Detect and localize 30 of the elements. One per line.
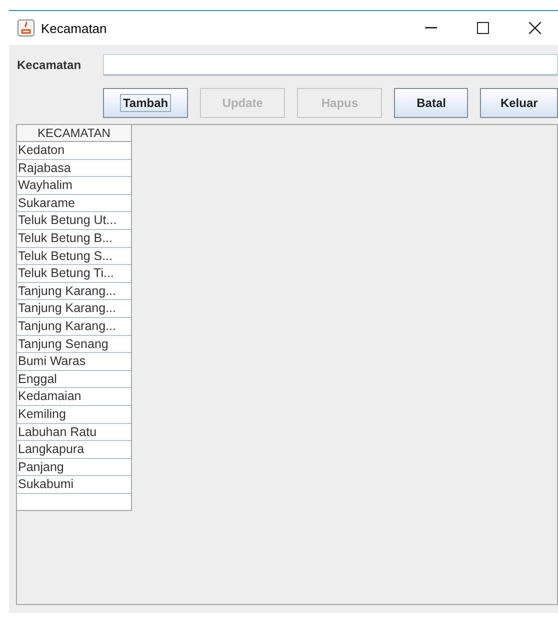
kecamatan-field[interactable]: [103, 54, 558, 76]
table-cell[interactable]: Teluk Betung Ut...: [17, 212, 131, 230]
maximize-icon: [477, 22, 489, 34]
table-cell[interactable]: Tanjung Senang: [17, 336, 131, 354]
table-cell[interactable]: Tanjung Karang...: [17, 318, 131, 336]
action-button[interactable]: Tambah: [103, 88, 188, 118]
close-icon: [529, 22, 541, 34]
table-cell[interactable]: Sukarame: [17, 194, 131, 212]
table-cell[interactable]: Tanjung Karang...: [17, 300, 131, 318]
table-cell[interactable]: Kedaton: [17, 142, 131, 160]
app-icon: [17, 19, 35, 37]
table-cell[interactable]: Kedamaian: [17, 388, 131, 406]
table-cell[interactable]: Tanjung Karang...: [17, 282, 131, 300]
table-cell[interactable]: Bumi Waras: [17, 353, 131, 371]
table-cell[interactable]: Enggal: [17, 370, 131, 388]
action-button[interactable]: Keluar: [480, 88, 558, 118]
field-label: Kecamatan: [17, 58, 82, 72]
action-button[interactable]: Batal: [394, 88, 468, 118]
table-cell[interactable]: Labuhan Ratu: [17, 424, 131, 442]
table-cell[interactable]: Kemiling: [17, 406, 131, 424]
window-title: Kecamatan: [41, 20, 108, 36]
table-cell[interactable]: Panjang: [17, 458, 131, 476]
table-cell[interactable]: Teluk Betung B...: [17, 230, 131, 248]
table-cell[interactable]: Wayhalim: [17, 177, 131, 195]
table-cell[interactable]: Teluk Betung S...: [17, 248, 131, 266]
table-cell[interactable]: Teluk Betung Ti...: [17, 265, 131, 283]
table-cell[interactable]: Rajabasa: [17, 160, 131, 178]
table-cell[interactable]: Langkapura: [17, 441, 131, 459]
column-header: KECAMATAN: [17, 125, 131, 142]
minimize-icon: [425, 27, 437, 29]
